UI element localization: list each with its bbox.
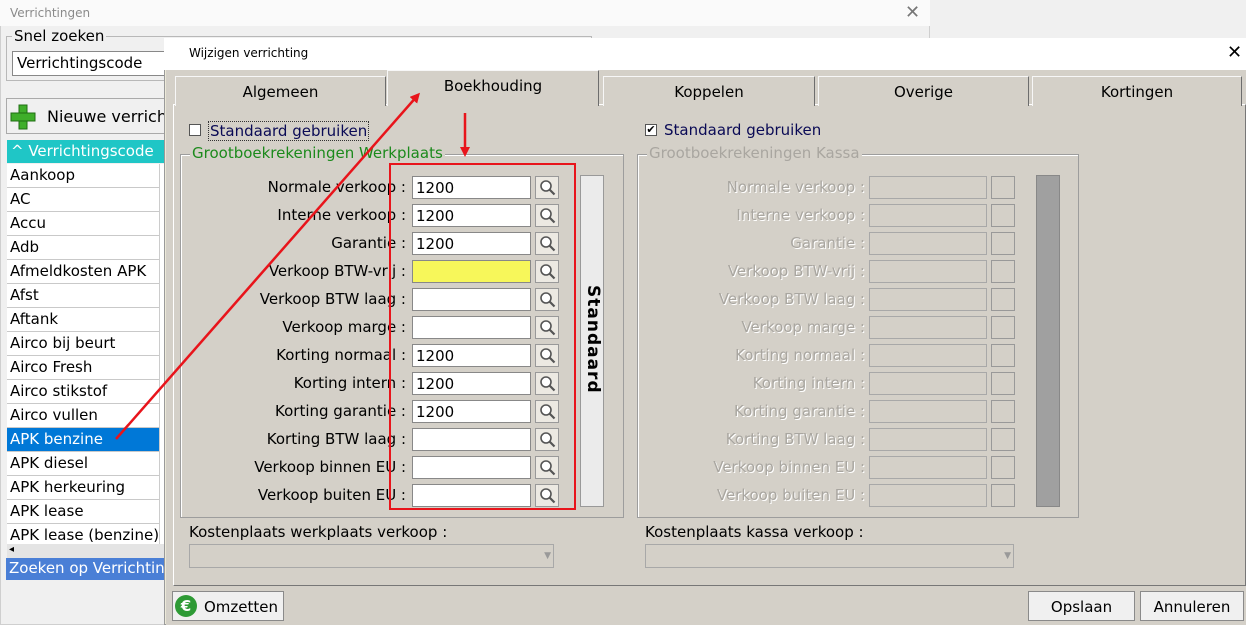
kassa-field-input (869, 372, 987, 395)
list-item[interactable]: Airco vullen (7, 404, 159, 428)
snel-zoeken-label: Snel zoeken (12, 27, 107, 45)
kassa-lookup-button (991, 456, 1015, 479)
list-item[interactable]: Adb (7, 236, 159, 260)
kassa-lookup-button (991, 344, 1015, 367)
column-header-verrichtingscode[interactable]: ^ Verrichtingscode (7, 140, 167, 163)
kassa-standaard-checkbox[interactable]: ✔ (645, 124, 657, 136)
plus-icon (10, 104, 36, 130)
list-item[interactable]: APK herkeuring (7, 476, 159, 500)
list-item[interactable]: Aftank (7, 308, 159, 332)
dialog-title: Wijzigen verrichting (189, 46, 309, 60)
werkplaats-field-label: Verkoop BTW-vrij : (268, 262, 406, 280)
werkplaats-field-label: Verkoop BTW laag : (259, 290, 406, 308)
werkplaats-field-label: Verkoop binnen EU : (254, 458, 406, 476)
werkplaats-field-label: Korting BTW laag : (266, 430, 406, 448)
annuleren-button[interactable]: Annuleren (1140, 591, 1244, 621)
kassa-lookup-button (991, 176, 1015, 199)
kassa-field-label: Korting BTW laag : (725, 430, 865, 448)
kassa-field-label: Verkoop marge : (741, 318, 865, 336)
kassa-lookup-button (991, 260, 1015, 283)
list-item[interactable]: Aankoop (7, 164, 159, 188)
kassa-field-input (869, 428, 987, 451)
tab-overige[interactable]: Overige (818, 76, 1029, 106)
tab-boekhouding[interactable]: Boekhouding (387, 70, 599, 106)
kostenplaats-werkplaats-select[interactable]: ▼ (189, 544, 554, 568)
kassa-field-input (869, 260, 987, 283)
kassa-field-label: Interne verkoop : (736, 206, 865, 224)
kassa-lookup-button (991, 232, 1015, 255)
kassa-lookup-button (991, 428, 1015, 451)
werkplaats-field-label: Interne verkoop : (277, 206, 406, 224)
kassa-field-input (869, 316, 987, 339)
kassa-lookup-button (991, 372, 1015, 395)
dialog-titlebar (164, 38, 1246, 70)
kassa-field-input (869, 484, 987, 507)
kassa-standaard-label: Standaard gebruiken (664, 121, 822, 139)
kassa-group-title: Grootboekrekeningen Kassa (647, 144, 862, 162)
chevron-down-icon: ▼ (1004, 551, 1011, 561)
werkplaats-standaard-label: Standaard gebruiken (208, 121, 370, 141)
kassa-field-input (869, 232, 987, 255)
werkplaats-group-title: Grootboekrekeningen Werkplaats (190, 144, 445, 162)
list-item[interactable]: Afst (7, 284, 159, 308)
kassa-field-input (869, 344, 987, 367)
horizontal-scrollbar[interactable]: ◂ (7, 544, 167, 558)
list-item[interactable]: Airco stikstof (7, 380, 159, 404)
standaard-button-label: Standaard (583, 285, 603, 394)
close-icon[interactable]: ✕ (1227, 42, 1242, 63)
werkplaats-field-label: Korting normaal : (276, 346, 406, 364)
kassa-field-input (869, 288, 987, 311)
kassa-field-label: Korting garantie : (734, 402, 865, 420)
kassa-field-label: Verkoop BTW laag : (718, 290, 865, 308)
list-item[interactable]: Accu (7, 212, 159, 236)
list-item[interactable]: Airco Fresh (7, 356, 159, 380)
chevron-down-icon: ▼ (544, 551, 551, 561)
list-item[interactable]: APK lease (7, 500, 159, 524)
kassa-field-label: Verkoop binnen EU : (713, 458, 865, 476)
kassa-lookup-button (991, 484, 1015, 507)
kassa-field-label: Normale verkoop : (726, 178, 865, 196)
close-icon[interactable]: ✕ (905, 2, 920, 23)
kassa-field-label: Garantie : (790, 234, 865, 252)
search-status: Zoeken op Verrichtingscode (6, 558, 176, 580)
background-window-title: Verrichtingen (10, 6, 91, 20)
list-item[interactable]: AC (7, 188, 159, 212)
kassa-field-input (869, 176, 987, 199)
kassa-field-label: Verkoop BTW-vrij : (727, 262, 865, 280)
kostenplaats-werkplaats-label: Kostenplaats werkplaats verkoop : (189, 523, 448, 541)
kassa-field-label: Korting normaal : (735, 346, 865, 364)
kassa-lookup-button (991, 400, 1015, 423)
search-field-select[interactable]: Verrichtingscode (12, 51, 172, 76)
werkplaats-field-label: Korting garantie : (275, 402, 406, 420)
kassa-field-label: Korting intern : (752, 374, 865, 392)
kassa-lookup-button (991, 288, 1015, 311)
kassa-field-input (869, 400, 987, 423)
kassa-standaard-button (1036, 175, 1060, 507)
list-item[interactable]: Afmeldkosten APK (7, 260, 159, 284)
euro-icon: € (175, 595, 197, 617)
annotation-rectangle (389, 163, 576, 510)
tab-koppelen[interactable]: Koppelen (603, 76, 815, 106)
list-item[interactable]: APK benzine (7, 428, 159, 452)
tab-algemeen[interactable]: Algemeen (175, 76, 386, 106)
opslaan-button[interactable]: Opslaan (1028, 591, 1135, 621)
werkplaats-field-label: Normale verkoop : (267, 178, 406, 196)
list-item[interactable]: Airco bij beurt (7, 332, 159, 356)
list-item[interactable]: APK diesel (7, 452, 159, 476)
kassa-field-input (869, 204, 987, 227)
kostenplaats-kassa-select[interactable]: ▼ (645, 544, 1014, 568)
kassa-lookup-button (991, 316, 1015, 339)
verrichtingen-list: Aankoop AC Accu Adb Afmeldkosten APK Afst Afta… (7, 164, 163, 548)
werkplaats-field-label: Verkoop buiten EU : (257, 486, 406, 504)
omzetten-label: Omzetten (204, 598, 279, 616)
kostenplaats-kassa-label: Kostenplaats kassa verkoop : (645, 523, 864, 541)
kassa-field-input (869, 456, 987, 479)
omzetten-button[interactable]: € Omzetten (172, 591, 284, 621)
werkplaats-standaard-checkbox[interactable] (189, 124, 201, 136)
werkplaats-field-label: Verkoop marge : (282, 318, 406, 336)
tab-kortingen[interactable]: Kortingen (1032, 76, 1242, 106)
background-titlebar (0, 0, 930, 26)
kassa-field-label: Verkoop buiten EU : (716, 486, 865, 504)
kassa-lookup-button (991, 204, 1015, 227)
